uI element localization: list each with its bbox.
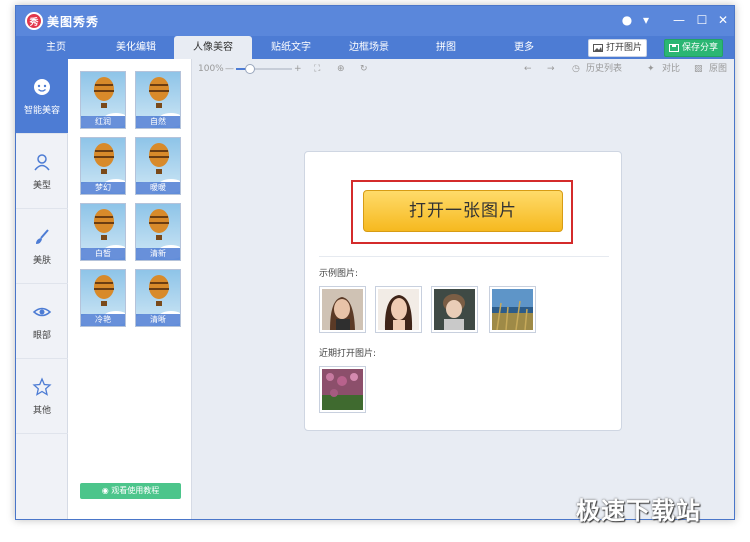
effect-thumb-cool[interactable]: 冷艳	[80, 269, 126, 327]
brush-icon	[32, 227, 52, 247]
sidebar-item-label: 美肤	[32, 255, 51, 266]
samples-heading: 示例图片:	[319, 269, 359, 279]
zoom-level: 100%	[198, 64, 224, 74]
rotate-icon[interactable]: ↻	[360, 63, 368, 75]
flowers-image	[322, 369, 363, 410]
effect-thumb-label: 暖暖	[136, 182, 180, 194]
app-logo-icon: 秀	[25, 12, 43, 30]
history-list-button[interactable]: 历史列表	[586, 63, 622, 75]
sidebar-item-label: 其他	[32, 405, 51, 416]
recent-image[interactable]	[319, 366, 366, 413]
effect-thumb-label: 自然	[136, 116, 180, 128]
fit-icon[interactable]: ⊕	[337, 63, 345, 75]
sidebar-item-label: 智能美容	[23, 105, 60, 116]
compare-icon: ✦	[647, 64, 655, 74]
effect-thumb-label: 红润	[81, 116, 125, 128]
main-nav: 主页 美化编辑 人像美容 贴纸文字 边框场景 拼图 更多 打开图片 保存分享	[16, 36, 734, 59]
sidebar-item-label: 美型	[32, 180, 51, 191]
open-image-panel: 打开一张图片 示例图片: 近期打开图片:	[304, 151, 622, 431]
portrait-image	[378, 289, 419, 330]
watch-tutorial-label: 观看使用教程	[111, 486, 160, 495]
effect-thumb-warm[interactable]: 暖暖	[135, 137, 181, 195]
effect-thumb-dreamy[interactable]: 梦幻	[80, 137, 126, 195]
effect-thumb-natural[interactable]: 自然	[135, 71, 181, 129]
save-share-label: 保存分享	[682, 43, 719, 53]
recent-heading: 近期打开图片:	[319, 349, 377, 359]
tab-collage[interactable]: 拼图	[408, 36, 484, 59]
history-icon: ◷	[572, 64, 580, 74]
effect-thumb-clear[interactable]: 清晰	[135, 269, 181, 327]
sidebar-item-label: 眼部	[32, 330, 51, 341]
close-button[interactable]: ✕	[715, 12, 731, 28]
sidebar-item-reshape[interactable]: 美型	[16, 134, 68, 209]
divider	[319, 256, 609, 257]
tab-home[interactable]: 主页	[26, 36, 86, 59]
effects-panel: 红润 自然 梦幻 暖暖 白皙 清新 冷艳 清晰 ◉ 观看使用教程	[68, 59, 192, 519]
eye-icon	[32, 302, 52, 322]
app-title: 美图秀秀	[47, 15, 100, 29]
minimize-button[interactable]: —	[671, 12, 687, 28]
sidebar-item-eyes[interactable]: 眼部	[16, 284, 68, 359]
open-one-image-button[interactable]: 打开一张图片	[363, 190, 563, 232]
save-share-button[interactable]: 保存分享	[664, 39, 724, 57]
sidebar-item-other[interactable]: 其他	[16, 359, 68, 434]
zoom-out-button[interactable]: —	[225, 63, 234, 75]
landscape-image	[492, 289, 533, 331]
compare-button[interactable]: 对比	[662, 63, 680, 75]
sidebar-item-skin[interactable]: 美肤	[16, 209, 68, 284]
sidebar-item-smart-beauty[interactable]: 智能美容	[16, 59, 68, 134]
tab-more[interactable]: 更多	[486, 36, 562, 59]
watermark-text: 极速下载站	[576, 497, 701, 525]
original-button[interactable]: 原图	[709, 63, 727, 75]
canvas-area: 100% — + ⛶ ⊕ ↻ ← → ◷ 历史列表 ✦ 对比 ▨ 原图 打开一张…	[192, 59, 734, 519]
redo-icon[interactable]: →	[547, 63, 555, 75]
open-image-label: 打开图片	[606, 43, 643, 53]
effect-thumb-fresh[interactable]: 清新	[135, 203, 181, 261]
menu-button[interactable]: ▾	[638, 12, 654, 28]
crop-icon[interactable]: ⛶	[314, 63, 320, 75]
tab-stickers[interactable]: 贴纸文字	[252, 36, 330, 59]
category-sidebar: 智能美容 美型 美肤 眼部 其他	[16, 59, 68, 519]
portrait-image	[322, 289, 363, 330]
effect-thumb-fair[interactable]: 白皙	[80, 203, 126, 261]
play-icon: ◉	[101, 486, 109, 495]
effect-thumb-label: 冷艳	[81, 314, 125, 326]
title-bar: 秀 美图秀秀 ● ▾ — ☐ ✕	[16, 6, 734, 36]
person-icon	[32, 152, 52, 172]
effect-thumb-label: 清新	[136, 248, 180, 260]
sample-image-woman-1[interactable]	[319, 286, 366, 333]
tab-frames[interactable]: 边框场景	[330, 36, 408, 59]
tab-portrait[interactable]: 人像美容	[174, 36, 252, 59]
undo-icon[interactable]: ←	[524, 63, 532, 75]
effect-thumb-label: 白皙	[81, 248, 125, 260]
watch-tutorial-button[interactable]: ◉ 观看使用教程	[80, 483, 181, 499]
sample-image-woman-2[interactable]	[375, 286, 422, 333]
app-window: 秀 美图秀秀 ● ▾ — ☐ ✕ 主页 美化编辑 人像美容 贴纸文字 边框场景 …	[15, 5, 735, 520]
skin-button[interactable]: ●	[619, 12, 635, 28]
canvas-toolbar: 100% — + ⛶ ⊕ ↻ ← → ◷ 历史列表 ✦ 对比 ▨ 原图	[192, 59, 734, 79]
sample-image-child[interactable]	[431, 286, 478, 333]
save-icon	[669, 44, 679, 52]
portrait-image	[434, 289, 475, 330]
effect-thumb-rosy[interactable]: 红润	[80, 71, 126, 129]
effect-thumb-label: 梦幻	[81, 182, 125, 194]
zoom-in-button[interactable]: +	[294, 63, 302, 75]
open-image-button[interactable]: 打开图片	[588, 39, 648, 57]
effect-thumb-label: 清晰	[136, 314, 180, 326]
original-icon: ▨	[694, 64, 703, 74]
highlight-frame: 打开一张图片	[351, 180, 573, 244]
zoom-slider-handle[interactable]	[245, 64, 255, 74]
sample-image-grass[interactable]	[489, 286, 536, 333]
image-icon	[593, 44, 603, 52]
maximize-button[interactable]: ☐	[694, 12, 710, 28]
star-icon	[32, 376, 52, 397]
tab-beautify[interactable]: 美化编辑	[98, 36, 174, 59]
face-smile-icon	[32, 77, 52, 97]
